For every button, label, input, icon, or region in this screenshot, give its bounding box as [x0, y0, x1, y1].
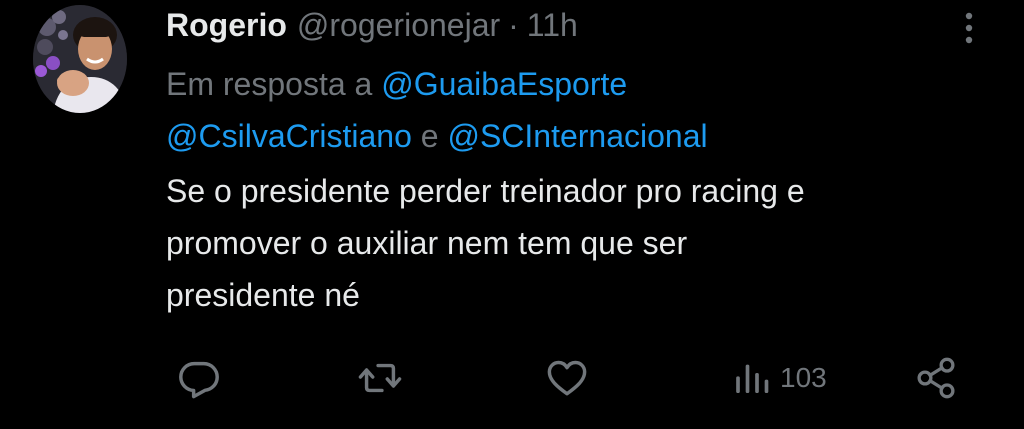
reply-prefix: Em resposta a: [166, 66, 373, 102]
tweet-text: Se o presidente perder treinador pro rac…: [166, 165, 996, 321]
retweet-icon: [358, 363, 402, 393]
like-button[interactable]: [544, 350, 590, 406]
tweet-text-line: presidente né: [166, 277, 360, 313]
mention-link[interactable]: @GuaibaEsporte: [381, 66, 627, 102]
mention-link[interactable]: @SCInternacional: [447, 118, 707, 154]
reply-context: Em resposta a @GuaibaEsporte @CsilvaCris…: [166, 58, 966, 162]
tweet-text-line: promover o auxiliar nem tem que ser: [166, 225, 688, 261]
reply-icon: [179, 361, 219, 399]
more-options-button[interactable]: [952, 8, 986, 48]
avatar-image: [33, 5, 127, 113]
reply-button[interactable]: [176, 350, 222, 406]
heart-icon: [547, 360, 587, 396]
timestamp[interactable]: 11h: [527, 7, 578, 44]
retweet-button[interactable]: [356, 350, 404, 406]
tweet: Rogerio @rogerionejar · 11h Em resposta …: [0, 0, 1024, 429]
separator-dot: ·: [508, 6, 519, 43]
mention-link[interactable]: @CsilvaCristiano: [166, 118, 412, 154]
more-vertical-icon: [965, 12, 973, 44]
share-icon: [917, 357, 955, 399]
views-button[interactable]: 103: [732, 350, 827, 406]
author-name[interactable]: Rogerio: [166, 7, 287, 44]
views-icon: [736, 364, 769, 393]
share-button[interactable]: [914, 350, 958, 406]
views-count: 103: [780, 362, 827, 393]
avatar[interactable]: [33, 5, 127, 113]
author-handle[interactable]: @rogerionejar: [297, 7, 500, 44]
action-bar: 103: [0, 350, 1024, 406]
tweet-text-line: Se o presidente perder treinador pro rac…: [166, 173, 805, 209]
tweet-header: Rogerio @rogerionejar · 11h: [166, 3, 578, 47]
reply-conjunction: e: [420, 118, 439, 154]
